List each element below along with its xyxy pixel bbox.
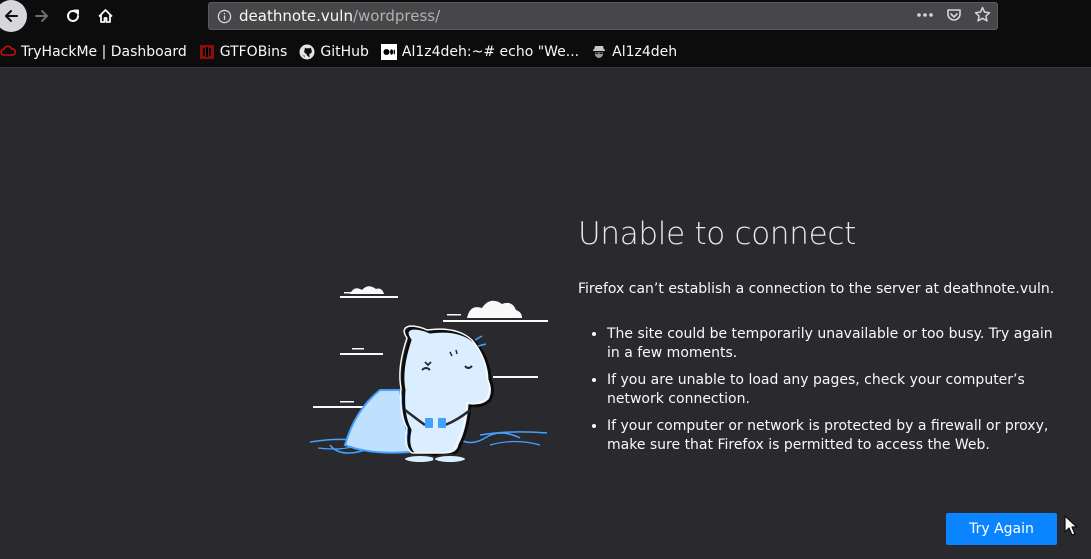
bookmark-label: GTFOBins bbox=[219, 44, 288, 60]
tryhackme-icon bbox=[0, 44, 16, 60]
home-icon bbox=[97, 9, 113, 23]
bookmark-gtfobins[interactable]: GTFOBins bbox=[193, 41, 294, 63]
ellipsis-icon[interactable] bbox=[916, 7, 934, 23]
try-again-button[interactable]: Try Again bbox=[946, 513, 1057, 545]
page-title: Unable to connect bbox=[578, 216, 857, 252]
info-icon[interactable] bbox=[217, 9, 232, 24]
list-item: If you are unable to load any pages, che… bbox=[607, 371, 1068, 409]
disconnected-illustration bbox=[310, 286, 548, 464]
error-content: Unable to connect Firefox can’t establis… bbox=[578, 216, 1068, 463]
bookmark-tryhackme[interactable]: TryHackMe | Dashboard bbox=[0, 41, 193, 63]
pocket-icon[interactable] bbox=[946, 7, 962, 23]
bookmark-label: Al1z4deh bbox=[612, 44, 678, 60]
bookmark-al1z4deh[interactable]: Al1z4deh bbox=[585, 41, 683, 63]
gtfobins-icon bbox=[199, 44, 215, 60]
reload-icon bbox=[67, 9, 79, 22]
bookmark-github[interactable]: GitHub bbox=[293, 41, 375, 63]
navigation-toolbar: deathnote.vuln/wordpress/ bbox=[0, 0, 1091, 34]
home-button[interactable] bbox=[90, 1, 120, 31]
bookmark-label: TryHackMe | Dashboard bbox=[21, 44, 187, 60]
mouse-cursor-icon bbox=[1064, 515, 1078, 536]
url-path: /wordpress/ bbox=[352, 7, 441, 25]
url-bar[interactable]: deathnote.vuln/wordpress/ bbox=[208, 2, 998, 30]
hacker-icon bbox=[591, 44, 607, 60]
list-item: The site could be temporarily unavailabl… bbox=[607, 325, 1068, 363]
github-icon bbox=[299, 44, 315, 60]
forward-button[interactable] bbox=[27, 1, 57, 31]
bookmark-label: GitHub bbox=[320, 44, 369, 60]
browser-chrome: deathnote.vuln/wordpress/ TryHackMe | Da… bbox=[0, 0, 1091, 67]
arrow-left-icon bbox=[5, 10, 18, 22]
url-host: deathnote.vuln bbox=[239, 7, 353, 25]
medium-icon bbox=[380, 44, 397, 60]
star-icon[interactable] bbox=[974, 6, 991, 23]
url-text: deathnote.vuln/wordpress/ bbox=[239, 7, 440, 25]
back-button[interactable] bbox=[0, 0, 27, 32]
bookmark-medium[interactable]: Al1z4deh:~# echo "We... bbox=[375, 41, 585, 63]
error-description: Firefox can’t establish a connection to … bbox=[578, 281, 1055, 297]
reload-button[interactable] bbox=[58, 1, 88, 31]
bookmarks-toolbar: TryHackMe | Dashboard GTFOBins GitHub Al… bbox=[0, 38, 683, 66]
bookmark-label: Al1z4deh:~# echo "We... bbox=[401, 44, 580, 60]
list-item: If your computer or network is protected… bbox=[607, 417, 1068, 455]
reason-list: The site could be temporarily unavailabl… bbox=[578, 325, 1068, 455]
arrow-right-icon bbox=[35, 10, 48, 22]
